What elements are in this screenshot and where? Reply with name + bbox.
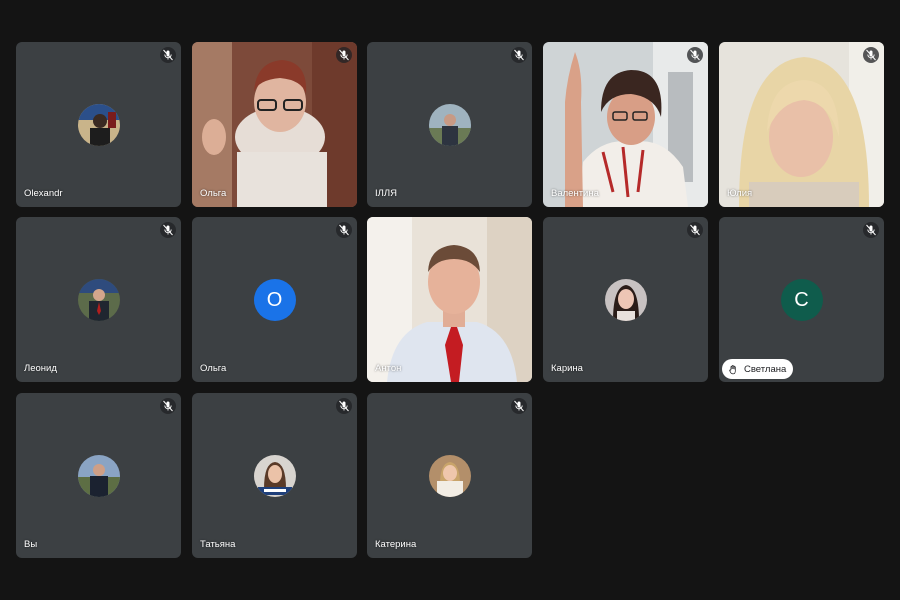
avatar [428,103,471,146]
mic-off-icon [160,222,176,238]
avatar [77,454,120,497]
raised-hand-badge[interactable]: Светлана [722,359,794,379]
mic-off-icon [160,47,176,63]
video-feed [543,42,708,207]
participant-name: Леонид [24,363,57,374]
participant-tile-tatyana[interactable]: Татьяна [192,393,357,558]
participant-name: Юлия [727,188,753,199]
participant-tile-svetlana[interactable]: С Светлана [719,217,884,382]
video-feed [367,217,532,382]
participant-name: Карина [551,363,583,374]
participant-name: Валентина [551,188,599,199]
participant-tile-katerina[interactable]: Катерина [367,393,532,558]
mic-off-icon [336,398,352,414]
avatar [253,454,296,497]
avatar [77,278,120,321]
participant-name: ІЛЛЯ [375,188,397,199]
mic-off-icon [863,47,879,63]
participant-name: Вы [24,539,38,550]
participant-name: Olexandr [24,188,63,199]
participant-tile-olexandr[interactable]: Olexandr [16,42,181,207]
avatar-letter: О [253,278,296,321]
participant-name: Светлана [744,363,787,375]
participant-tile-olga[interactable]: О Ольга [192,217,357,382]
avatar-letter: С [780,278,823,321]
mic-off-icon [687,222,703,238]
avatar [604,278,647,321]
participant-tile-karina[interactable]: Карина [543,217,708,382]
participant-tile-leonid[interactable]: Леонид [16,217,181,382]
mic-off-icon [511,398,527,414]
meeting-grid: Olexandr Ольга ІЛЛЯ Валентина Юлия Леони… [0,0,900,600]
participant-tile-valentina-video[interactable]: Валентина [543,42,708,207]
participant-name: Ольга [200,188,227,199]
participant-name: Ольга [200,363,227,374]
mic-off-icon [336,47,352,63]
avatar [428,454,471,497]
mic-off-icon [160,398,176,414]
mic-off-icon [863,222,879,238]
participant-tile-yulia-video[interactable]: Юлия [719,42,884,207]
participant-name: Татьяна [200,539,236,550]
participant-name: Антон [375,363,402,374]
participant-tile-anton-video[interactable]: Антон [367,217,532,382]
participant-name: Катерина [375,539,417,550]
mic-off-icon [687,47,703,63]
participant-tile-illia[interactable]: ІЛЛЯ [367,42,532,207]
avatar [77,103,120,146]
raised-hand-icon [729,364,736,374]
mic-off-icon [336,222,352,238]
video-feed [192,42,357,207]
participant-tile-olga-video[interactable]: Ольга [192,42,357,207]
participant-tile-self[interactable]: Вы [16,393,181,558]
mic-off-icon [511,47,527,63]
video-feed [719,42,884,207]
